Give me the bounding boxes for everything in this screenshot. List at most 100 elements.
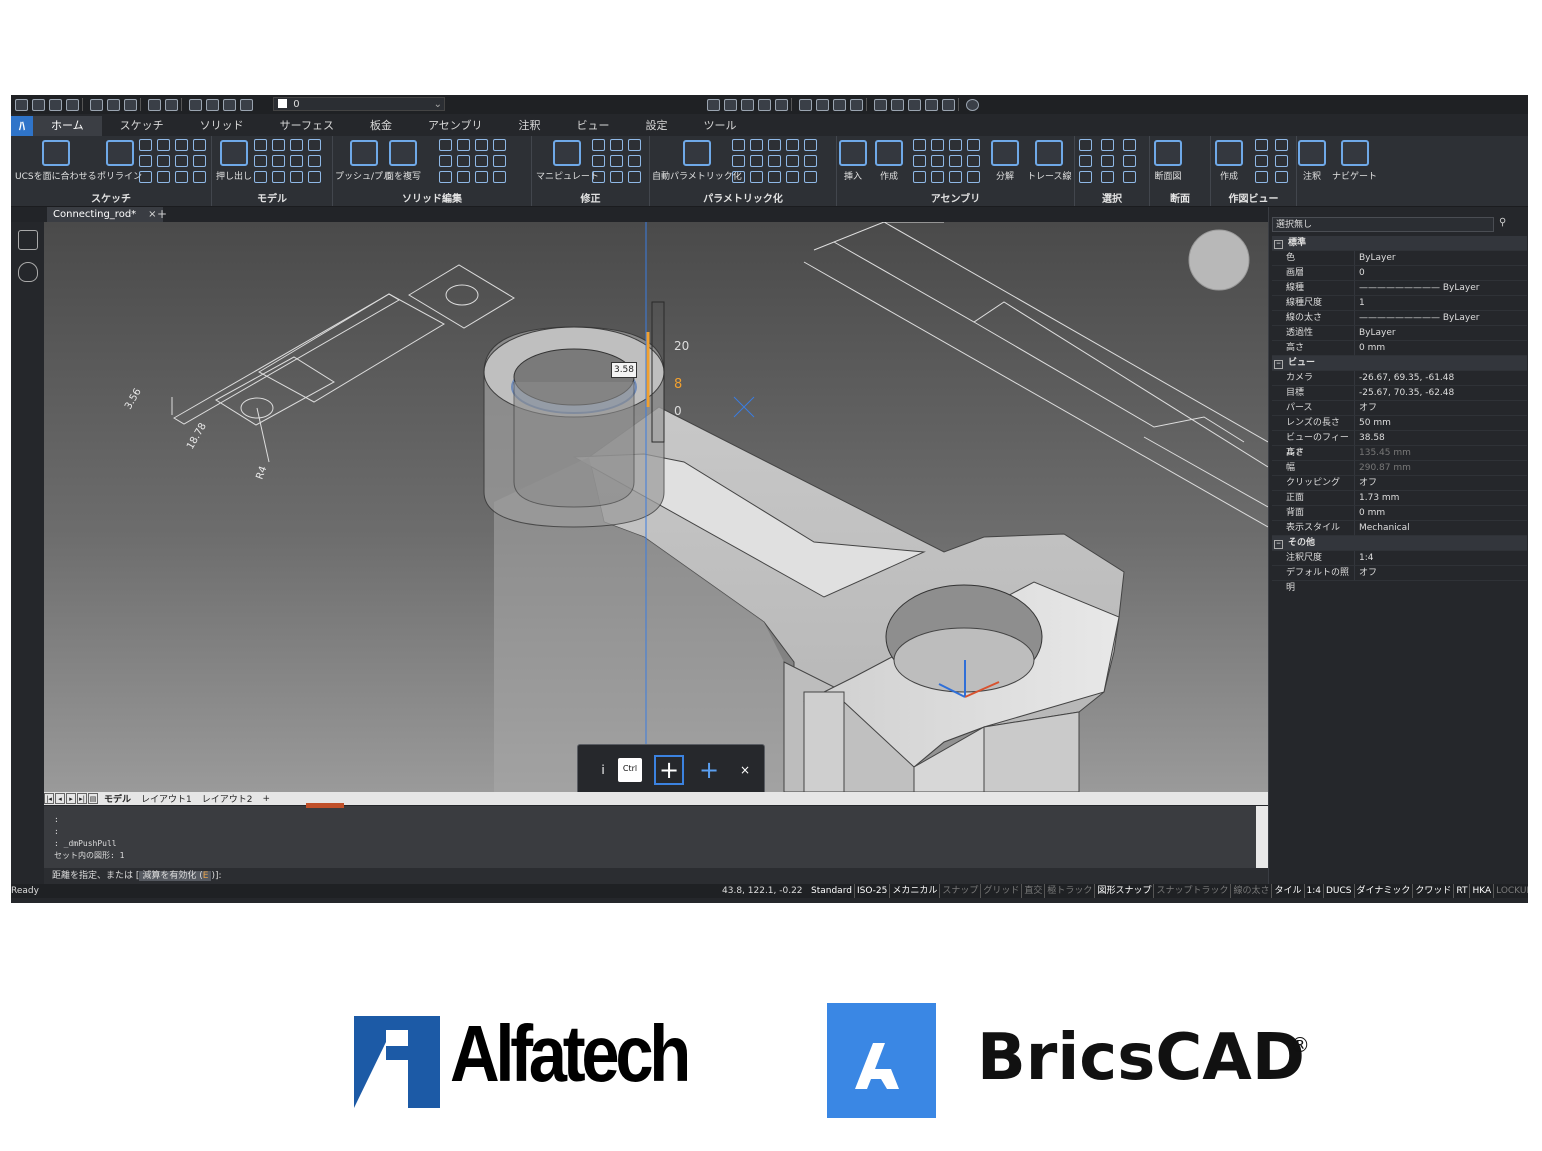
ellipse-icon[interactable] [157,155,170,167]
property-value[interactable]: ————————— ByLayer [1354,281,1527,296]
manipulate-button[interactable]: マニピュレート [536,138,599,182]
new-tab-button[interactable]: + [157,207,167,221]
next-layout-icon[interactable]: ▸ [66,793,76,804]
status-toggle[interactable]: 1:4 [1305,884,1324,898]
parameters-icon[interactable] [804,155,817,167]
thicken-icon[interactable] [308,171,321,183]
intersect-icon[interactable] [475,139,488,151]
insert-button[interactable]: 挿入 [839,138,867,182]
selection-dropdown[interactable]: 選択無し [1272,217,1494,232]
perpendicular-icon[interactable] [732,155,745,167]
coincident-icon[interactable] [750,139,763,151]
save-as-icon[interactable] [66,98,79,111]
property-row[interactable]: 高さ 135.45 mm [1272,446,1527,461]
tab-view[interactable]: ビュー [558,116,627,136]
move-icon[interactable] [592,139,605,151]
status-toggle[interactable]: 線の太さ [1231,884,1273,898]
last-layout-icon[interactable]: ▸| [77,793,87,804]
open-file-icon[interactable] [32,98,45,111]
property-value[interactable]: 135.45 mm [1354,446,1527,461]
undo-icon[interactable] [148,98,161,111]
tab-sheet-metal[interactable]: 板金 [352,116,410,136]
select-all-icon[interactable] [1079,155,1092,167]
ucs-face-button[interactable]: UCSを面に合わせる [15,138,97,182]
pyramid-icon[interactable] [272,171,285,183]
mate-icon[interactable] [949,155,962,167]
scale-icon[interactable] [628,155,641,167]
bom-icon[interactable] [967,139,980,151]
parameters-assembly-icon[interactable] [967,155,980,167]
create-component-button[interactable]: 作成 [875,138,903,182]
property-row[interactable]: 幅 290.87 mm [1272,461,1527,476]
viewbase-button[interactable]: 作成 [1215,138,1243,182]
command-scrollbar[interactable] [1256,806,1268,868]
spline-icon[interactable] [175,155,188,167]
circle-icon[interactable] [157,139,170,151]
new-file-icon[interactable] [15,98,28,111]
close-icon[interactable]: × [148,209,156,220]
navigate-button[interactable]: ナビゲート [1332,138,1377,182]
select-similar-tool-icon[interactable] [1101,139,1114,151]
polyline-button[interactable]: ポリライン [97,138,142,182]
slice-icon[interactable] [439,155,452,167]
property-value[interactable]: 38.58 [1354,431,1527,446]
redo-icon[interactable] [165,98,178,111]
visual-style-2d-icon[interactable] [799,98,812,111]
document-tab[interactable]: Connecting_rod* × [47,207,163,222]
collapse-icon[interactable]: − [1274,240,1283,249]
subtract-mode-button[interactable]: + [694,755,724,785]
ctrl-key-button[interactable]: Ctrl [618,758,642,782]
polygon-icon[interactable] [175,139,188,151]
view-export-icon[interactable] [1275,171,1288,183]
extend-icon[interactable] [628,171,641,183]
trace-line-button[interactable]: トレース線 [1027,138,1072,182]
prev-layout-icon[interactable]: ◂ [55,793,65,804]
layer-dropdown[interactable]: 0 ⌄ [273,97,445,111]
select-similar-icon[interactable] [758,98,771,111]
wedge-icon[interactable] [308,139,321,151]
select-filter-icon[interactable] [775,98,788,111]
tab-model[interactable]: モデル [99,792,136,805]
cylinder-icon[interactable] [272,155,285,167]
mechanical-browser-icon[interactable] [913,139,926,151]
show-component-icon[interactable] [949,171,962,183]
property-value[interactable]: オフ [1354,566,1527,581]
explode-button[interactable]: 分解 [991,138,1019,182]
status-toggle[interactable]: ダイナミック [1355,884,1414,898]
property-row[interactable]: 透過性 ByLayer [1272,326,1527,341]
rotate-component-icon[interactable] [913,171,926,183]
tab-home[interactable]: ホーム [33,116,102,136]
symmetric-icon[interactable] [750,171,763,183]
horizontal-icon[interactable] [768,155,781,167]
print-icon[interactable] [90,98,103,111]
property-value[interactable]: 0 mm [1354,506,1527,521]
layer-on-icon[interactable] [189,98,202,111]
mirror-icon[interactable] [610,155,623,167]
trim-icon[interactable] [610,171,623,183]
lock-icon[interactable] [786,171,799,183]
rotate-icon[interactable] [592,155,605,167]
dimension-icon[interactable] [804,139,817,151]
separate-icon[interactable] [457,171,470,183]
status-toggle[interactable]: スナップトラック [1154,884,1232,898]
view-projected-icon[interactable] [1255,139,1268,151]
pushpull-button[interactable]: プッシュ/プル [335,138,392,182]
tab-solid[interactable]: ソリッド [182,116,262,136]
concentric-icon[interactable] [768,139,781,151]
tab-assembly[interactable]: アセンブリ [410,116,500,136]
property-value[interactable]: 0 [1354,266,1527,281]
xline-icon[interactable] [139,155,152,167]
app-menu-button[interactable]: ﾊ [11,116,33,136]
property-row[interactable]: 背面 0 mm [1272,506,1527,521]
layout-menu-icon[interactable]: ▤ [88,793,98,804]
prompt-option-subtract[interactable]: 減算を有効化 (E [139,871,212,881]
help-icon[interactable] [966,98,979,111]
print-preview-icon[interactable] [107,98,120,111]
property-row[interactable]: レンズの長さ 50 mm [1272,416,1527,431]
filter-icon[interactable]: ⚲ [1499,217,1506,228]
status-toggle[interactable]: HKA [1470,884,1495,898]
status-toggle[interactable]: 極トラック [1045,884,1096,898]
status-toggle[interactable]: ISO-25 [855,884,891,898]
copy-icon[interactable] [610,139,623,151]
status-toggle[interactable]: グリッド [981,884,1023,898]
